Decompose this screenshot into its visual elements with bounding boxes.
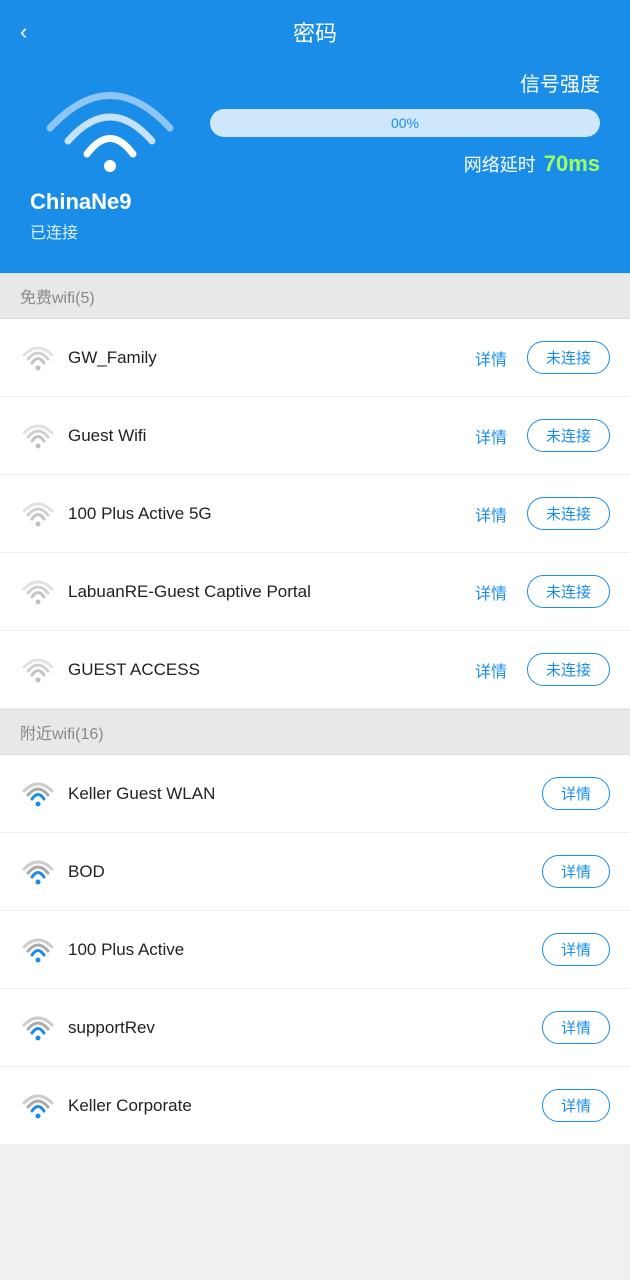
nearby-wifi-section-header: 附近wifi(16) bbox=[0, 709, 630, 755]
nearby-wifi-item: BOD 详情 bbox=[0, 833, 630, 911]
free-wifi-list: GW_Family 详情 未连接 Guest Wifi 详情 未连接 100 P… bbox=[0, 319, 630, 709]
wifi-icon bbox=[20, 337, 68, 378]
wifi-detail-button[interactable]: 详情 bbox=[542, 1089, 610, 1122]
free-wifi-item: Guest Wifi 详情 未连接 bbox=[0, 397, 630, 475]
network-name: ChinaNe9 bbox=[0, 189, 630, 215]
latency-row: 网络延时 70ms bbox=[210, 151, 600, 177]
nearby-wifi-item: 100 Plus Active 详情 bbox=[0, 911, 630, 989]
wifi-icon bbox=[20, 415, 68, 456]
wifi-detail-link[interactable]: 详情 bbox=[475, 424, 507, 448]
wifi-detail-button[interactable]: 详情 bbox=[542, 855, 610, 888]
wifi-connect-button[interactable]: 未连接 bbox=[527, 341, 610, 374]
wifi-detail-link[interactable]: 详情 bbox=[475, 502, 507, 526]
wifi-connect-button[interactable]: 未连接 bbox=[527, 419, 610, 452]
free-wifi-section-header: 免费wifi(5) bbox=[0, 273, 630, 319]
wifi-icon bbox=[20, 493, 68, 534]
back-button[interactable]: ‹ bbox=[20, 19, 52, 45]
wifi-icon bbox=[20, 929, 68, 970]
latency-label: 网络延时 bbox=[464, 151, 536, 177]
progress-bar-container: 00% bbox=[210, 109, 600, 137]
free-wifi-item: GW_Family 详情 未连接 bbox=[0, 319, 630, 397]
nearby-wifi-list: Keller Guest WLAN 详情 BOD 详情 100 Plus Act… bbox=[0, 755, 630, 1145]
wifi-item-name: LabuanRE-Guest Captive Portal bbox=[68, 582, 475, 602]
wifi-item-name: supportRev bbox=[68, 1018, 542, 1038]
wifi-detail-button[interactable]: 详情 bbox=[542, 777, 610, 810]
wifi-item-name: GW_Family bbox=[68, 348, 475, 368]
wifi-item-name: 100 Plus Active bbox=[68, 940, 542, 960]
wifi-connect-button[interactable]: 未连接 bbox=[527, 497, 610, 530]
nearby-wifi-item: Keller Corporate 详情 bbox=[0, 1067, 630, 1145]
signal-label: 信号强度 bbox=[210, 68, 600, 97]
header: ‹ 密码 信号强度 00% bbox=[0, 0, 630, 273]
wifi-detail-link[interactable]: 详情 bbox=[475, 346, 507, 370]
signal-info: 信号强度 00% 网络延时 70ms bbox=[210, 68, 600, 177]
top-bar: ‹ 密码 bbox=[0, 0, 630, 58]
wifi-detail-button[interactable]: 详情 bbox=[542, 933, 610, 966]
nearby-wifi-item: Keller Guest WLAN 详情 bbox=[0, 755, 630, 833]
progress-bar-fill: 00% bbox=[210, 109, 600, 137]
wifi-icon bbox=[20, 851, 68, 892]
wifi-icon bbox=[20, 649, 68, 690]
free-wifi-item: 100 Plus Active 5G 详情 未连接 bbox=[0, 475, 630, 553]
connected-status: 已连接 bbox=[0, 219, 630, 243]
wifi-item-name: GUEST ACCESS bbox=[68, 660, 475, 680]
free-wifi-item: GUEST ACCESS 详情 未连接 bbox=[0, 631, 630, 709]
nearby-wifi-item: supportRev 详情 bbox=[0, 989, 630, 1067]
free-wifi-item: LabuanRE-Guest Captive Portal 详情 未连接 bbox=[0, 553, 630, 631]
wifi-item-name: Guest Wifi bbox=[68, 426, 475, 446]
wifi-icon bbox=[20, 1007, 68, 1048]
wifi-connect-button[interactable]: 未连接 bbox=[527, 653, 610, 686]
wifi-detail-button[interactable]: 详情 bbox=[542, 1011, 610, 1044]
wifi-item-name: 100 Plus Active 5G bbox=[68, 504, 475, 524]
wifi-item-name: Keller Guest WLAN bbox=[68, 784, 542, 804]
wifi-detail-link[interactable]: 详情 bbox=[475, 658, 507, 682]
wifi-icon bbox=[20, 1085, 68, 1126]
latency-value: 70ms bbox=[544, 151, 600, 177]
wifi-item-name: Keller Corporate bbox=[68, 1096, 542, 1116]
wifi-item-name: BOD bbox=[68, 862, 542, 882]
wifi-icon bbox=[20, 773, 68, 814]
page-title: 密码 bbox=[52, 16, 578, 48]
wifi-connect-button[interactable]: 未连接 bbox=[527, 575, 610, 608]
connected-section: 信号强度 00% 网络延时 70ms bbox=[0, 58, 630, 177]
wifi-icon bbox=[20, 571, 68, 612]
connected-wifi-icon bbox=[30, 73, 190, 173]
wifi-detail-link[interactable]: 详情 bbox=[475, 580, 507, 604]
